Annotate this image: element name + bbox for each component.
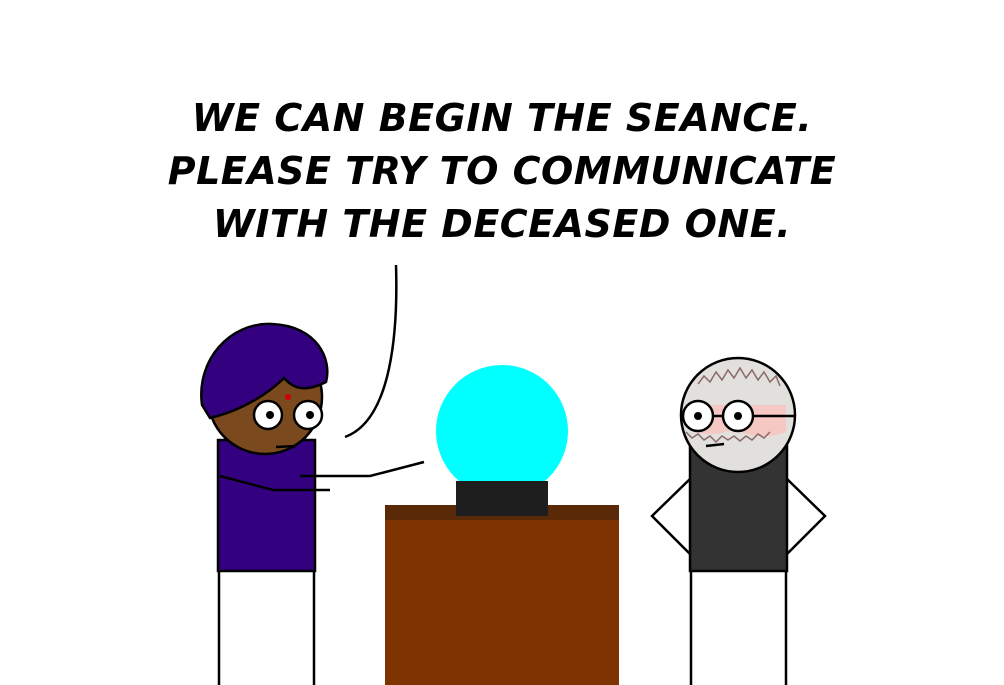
speech-tail xyxy=(344,264,398,439)
client-arm-left xyxy=(650,477,692,556)
table xyxy=(385,505,619,685)
client-pupil-right xyxy=(734,412,742,420)
client-arm-right xyxy=(785,477,827,556)
table-body xyxy=(385,518,619,685)
client-figure xyxy=(650,356,827,685)
psychic-arm-reaching xyxy=(300,460,425,478)
crystal-ball xyxy=(436,365,568,497)
scene xyxy=(200,264,827,685)
crystal-ball-icon xyxy=(436,365,568,516)
psychic-robe xyxy=(216,438,317,573)
bindi-icon xyxy=(285,394,291,400)
psychic-pupil-right xyxy=(306,411,314,419)
crystal-ball-stand xyxy=(456,481,548,516)
comic-panel: WE CAN BEGIN THE SEANCE. PLEASE TRY TO C… xyxy=(0,0,1004,685)
client-pupil-left xyxy=(694,412,702,420)
psychic-mouth xyxy=(275,444,297,449)
psychic-pupil-left xyxy=(266,411,274,419)
